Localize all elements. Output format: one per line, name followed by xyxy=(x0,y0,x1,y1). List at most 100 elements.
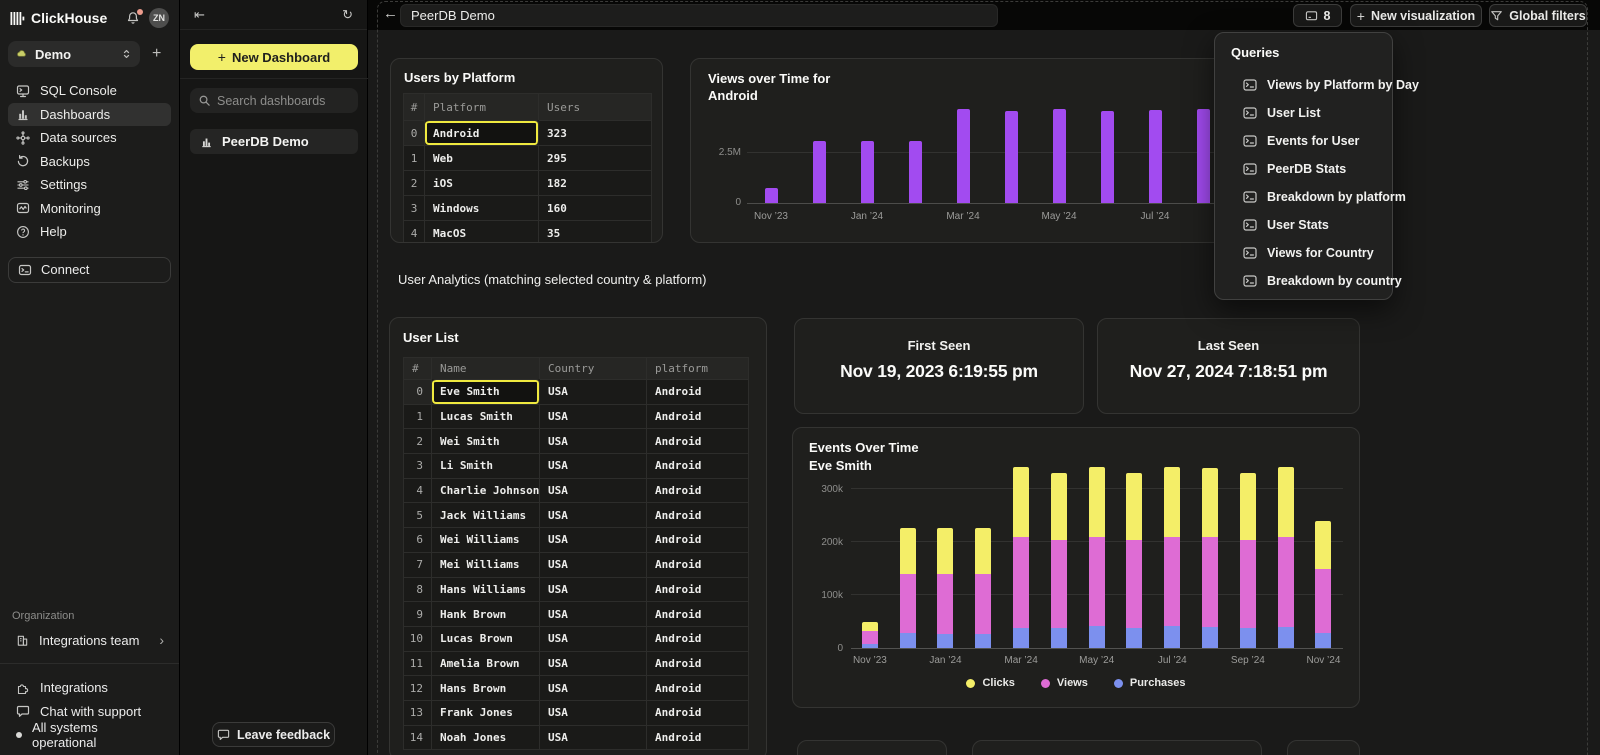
bar[interactable] xyxy=(957,109,970,203)
bar-segment-clicks[interactable] xyxy=(1278,467,1294,537)
table-cell[interactable]: Hank Brown xyxy=(432,601,540,626)
table-cell[interactable]: Amelia Brown xyxy=(432,651,540,676)
table-cell[interactable]: USA xyxy=(540,700,647,725)
table-cell[interactable]: 160 xyxy=(539,195,651,220)
connect-button[interactable]: Connect xyxy=(8,257,171,283)
stacked-bar[interactable] xyxy=(1164,467,1180,648)
bar[interactable] xyxy=(1149,110,1162,203)
table-cell[interactable]: USA xyxy=(540,379,647,404)
stacked-bar[interactable] xyxy=(1051,473,1067,648)
bar[interactable] xyxy=(1053,109,1066,203)
new-dashboard-button[interactable]: + New Dashboard xyxy=(190,44,358,70)
bar-segment-purchases[interactable] xyxy=(1051,628,1067,648)
query-item-views-for-country[interactable]: Views for Country xyxy=(1215,239,1392,267)
stacked-bar[interactable] xyxy=(1240,473,1256,648)
table-cell[interactable]: USA xyxy=(540,626,647,651)
bar-segment-views[interactable] xyxy=(1126,540,1142,628)
bar-segment-purchases[interactable] xyxy=(1089,626,1105,648)
table-cell[interactable]: Android xyxy=(647,453,748,478)
bar-segment-clicks[interactable] xyxy=(900,528,916,574)
sidebar-item-all-systems-operational[interactable]: All systems operational xyxy=(8,723,172,747)
table-cell[interactable]: Wei Williams xyxy=(432,527,540,552)
bar-segment-purchases[interactable] xyxy=(1278,627,1294,648)
table-cell[interactable]: Android xyxy=(647,478,748,503)
notifications-bell-icon[interactable] xyxy=(126,11,140,25)
table-cell[interactable]: USA xyxy=(540,675,647,700)
table-cell[interactable]: Jack Williams xyxy=(432,502,540,527)
bar-segment-views[interactable] xyxy=(1164,537,1180,626)
legend-item-purchases[interactable]: Purchases xyxy=(1114,677,1186,689)
table-cell[interactable]: USA xyxy=(540,428,647,453)
legend-item-views[interactable]: Views xyxy=(1041,677,1088,689)
table-row[interactable]: 12Hans BrownUSAAndroid xyxy=(404,675,748,700)
table-cell[interactable]: 12 xyxy=(404,675,432,700)
table-cell[interactable]: Android xyxy=(647,577,748,602)
table-cell[interactable]: Android xyxy=(647,601,748,626)
bar-segment-clicks[interactable] xyxy=(1164,467,1180,537)
workspace-select[interactable]: Demo xyxy=(8,41,140,67)
bar-segment-clicks[interactable] xyxy=(975,528,991,574)
table-cell[interactable]: Android xyxy=(647,675,748,700)
table-row[interactable]: 2iOS182 xyxy=(404,170,651,195)
bar-segment-clicks[interactable] xyxy=(1013,467,1029,537)
table-cell[interactable]: USA xyxy=(540,527,647,552)
table-row[interactable]: 8Hans WilliamsUSAAndroid xyxy=(404,577,748,602)
bar-segment-purchases[interactable] xyxy=(1126,628,1142,648)
table-cell[interactable]: Wei Smith xyxy=(432,428,540,453)
table-cell[interactable]: Web xyxy=(425,145,539,170)
stacked-bar[interactable] xyxy=(1126,473,1142,648)
table-cell[interactable]: 14 xyxy=(404,725,432,750)
query-item-breakdown-by-country[interactable]: Breakdown by country xyxy=(1215,267,1392,295)
bar[interactable] xyxy=(1197,109,1210,203)
refresh-icon[interactable]: ↻ xyxy=(342,7,353,23)
back-arrow-icon[interactable]: ← xyxy=(383,5,398,22)
table-row[interactable]: 2Wei SmithUSAAndroid xyxy=(404,428,748,453)
sidebar-item-sql-console[interactable]: SQL Console xyxy=(8,79,171,103)
table-row[interactable]: 4Charlie JohnsonUSAAndroid xyxy=(404,478,748,503)
add-workspace-button[interactable]: + xyxy=(152,46,161,62)
table-cell[interactable]: 0 xyxy=(404,120,425,145)
bar[interactable] xyxy=(1005,111,1018,203)
table-cell[interactable]: Li Smith xyxy=(432,453,540,478)
search-input[interactable] xyxy=(217,94,350,108)
collapse-panel-icon[interactable]: ⇤ xyxy=(194,7,205,23)
visualization-count-button[interactable]: 8 xyxy=(1293,4,1342,27)
bar-segment-views[interactable] xyxy=(900,574,916,633)
sidebar-item-dashboards[interactable]: Dashboards xyxy=(8,103,171,127)
table-cell[interactable]: MacOS xyxy=(425,220,539,243)
table-cell[interactable]: Android xyxy=(647,700,748,725)
table-cell[interactable]: Android xyxy=(647,404,748,429)
table-row[interactable]: 13Frank JonesUSAAndroid xyxy=(404,700,748,725)
query-item-breakdown-by-platform[interactable]: Breakdown by platform xyxy=(1215,183,1392,211)
bar-segment-views[interactable] xyxy=(1315,569,1331,633)
table-cell[interactable]: 182 xyxy=(539,170,651,195)
bar-segment-clicks[interactable] xyxy=(1315,521,1331,569)
table-cell[interactable]: Android xyxy=(647,552,748,577)
bar-segment-views[interactable] xyxy=(862,631,878,644)
table-cell[interactable]: Mei Williams xyxy=(432,552,540,577)
stacked-bar[interactable] xyxy=(1315,521,1331,648)
table-cell[interactable]: 6 xyxy=(404,527,432,552)
table-cell[interactable]: USA xyxy=(540,552,647,577)
bar-segment-views[interactable] xyxy=(1240,540,1256,628)
stacked-bar[interactable] xyxy=(1278,467,1294,648)
table-cell[interactable]: 3 xyxy=(404,453,432,478)
table-row[interactable]: 9Hank BrownUSAAndroid xyxy=(404,601,748,626)
stacked-bar[interactable] xyxy=(937,528,953,648)
query-item-events-for-user[interactable]: Events for User xyxy=(1215,127,1392,155)
table-cell[interactable]: Android xyxy=(425,120,539,145)
table-cell[interactable]: USA xyxy=(540,502,647,527)
table-cell[interactable]: iOS xyxy=(425,170,539,195)
table-row[interactable]: 7Mei WilliamsUSAAndroid xyxy=(404,552,748,577)
table-cell[interactable]: Charlie Johnson xyxy=(432,478,540,503)
table-cell[interactable]: USA xyxy=(540,453,647,478)
table-cell[interactable]: USA xyxy=(540,577,647,602)
table-cell[interactable]: Windows xyxy=(425,195,539,220)
bar-segment-purchases[interactable] xyxy=(937,634,953,648)
stacked-bar[interactable] xyxy=(862,622,878,648)
table-row[interactable]: 1Web295 xyxy=(404,145,651,170)
bar[interactable] xyxy=(765,188,778,203)
query-item-user-list[interactable]: User List xyxy=(1215,99,1392,127)
table-cell[interactable]: 0 xyxy=(404,379,432,404)
table-cell[interactable]: Android xyxy=(647,651,748,676)
